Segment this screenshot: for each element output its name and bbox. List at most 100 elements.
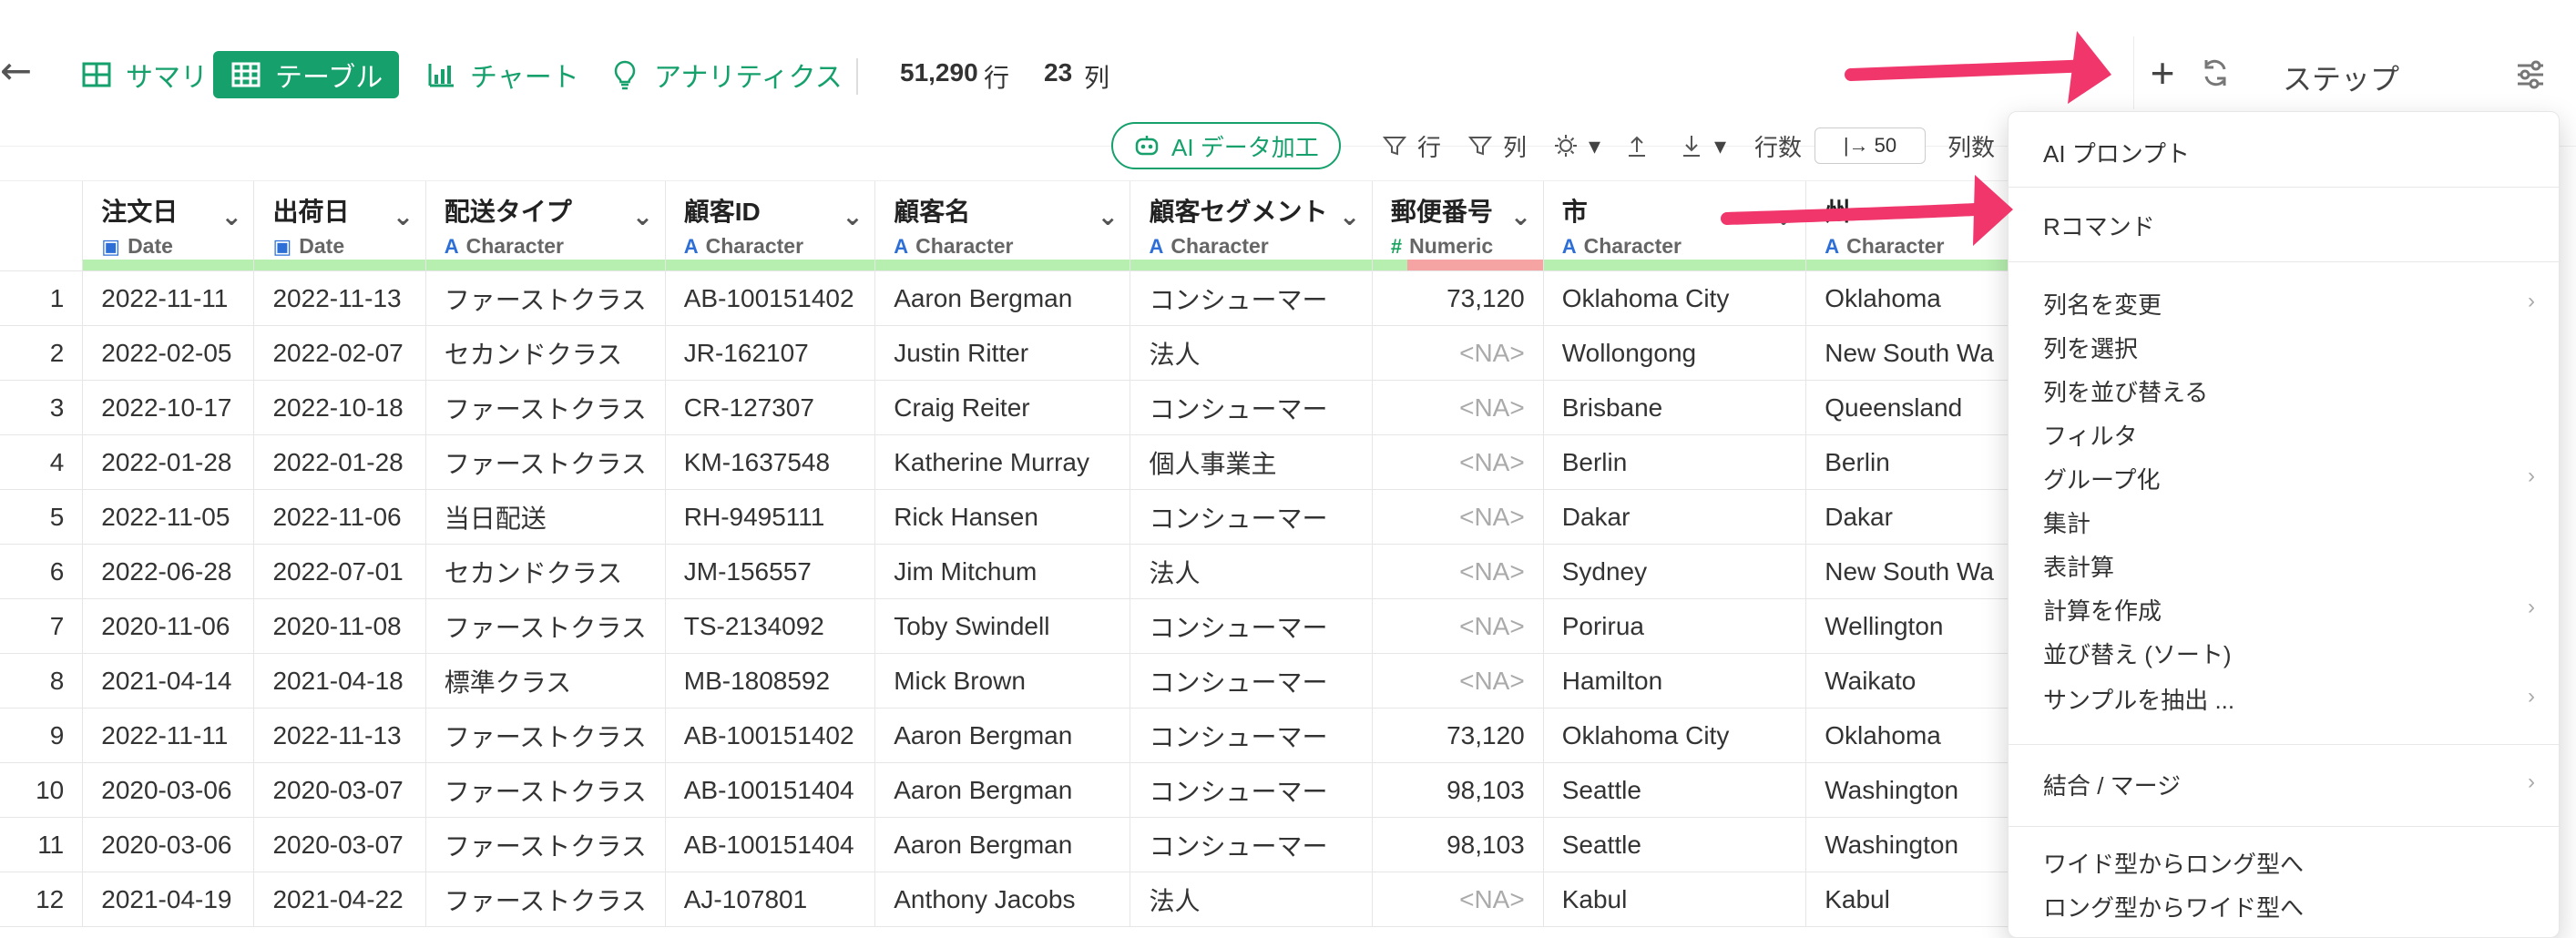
tab-summary[interactable]: サマリ bbox=[64, 51, 224, 98]
cell[interactable]: Aaron Bergman bbox=[874, 270, 1131, 326]
menu-item-r-command[interactable]: Rコマンド bbox=[2043, 209, 2155, 242]
cell[interactable]: ファーストクラス bbox=[425, 872, 666, 927]
cell[interactable]: 2022-01-28 bbox=[82, 434, 255, 490]
cell[interactable]: <NA> bbox=[1372, 434, 1544, 490]
chevron-down-icon[interactable]: ⌄ bbox=[393, 201, 414, 230]
cell[interactable]: <NA> bbox=[1372, 653, 1544, 709]
column-header-ship-date[interactable]: 出荷日 ▣ Date ⌄ bbox=[253, 181, 426, 271]
tab-chart[interactable]: チャート bbox=[408, 51, 596, 98]
cell[interactable]: Seattle bbox=[1543, 762, 1807, 818]
menu-item-filter[interactable]: フィルタ bbox=[2043, 418, 2137, 452]
cell[interactable]: 個人事業主 bbox=[1130, 434, 1373, 490]
menu-item-table-calculation[interactable]: 表計算 bbox=[2043, 549, 2114, 583]
cell[interactable]: コンシューマー bbox=[1130, 708, 1373, 763]
cell[interactable]: 2022-11-11 bbox=[82, 270, 255, 326]
cell[interactable]: TS-2134092 bbox=[665, 598, 876, 654]
cell[interactable]: Porirua bbox=[1543, 598, 1807, 654]
cell[interactable]: JR-162107 bbox=[665, 325, 876, 381]
cell[interactable]: コンシューマー bbox=[1130, 817, 1373, 872]
cell[interactable]: 2022-10-17 bbox=[82, 380, 255, 435]
cell[interactable]: 法人 bbox=[1130, 544, 1373, 599]
cell[interactable]: 2022-02-07 bbox=[253, 325, 426, 381]
cell[interactable]: Anthony Jacobs bbox=[874, 872, 1131, 927]
cell[interactable]: 2021-04-14 bbox=[82, 653, 255, 709]
cell[interactable]: 2022-11-13 bbox=[253, 708, 426, 763]
ai-data-processing-button[interactable]: AI データ加工 bbox=[1111, 122, 1341, 169]
menu-item-rename-columns[interactable]: 列名を変更 bbox=[2043, 287, 2162, 321]
column-header-order-date[interactable]: 注文日 ▣ Date ⌄ bbox=[82, 181, 255, 271]
cell[interactable]: 2020-03-06 bbox=[82, 817, 255, 872]
export-button[interactable] bbox=[1623, 127, 1651, 164]
cell[interactable]: ファーストクラス bbox=[425, 434, 666, 490]
settings-button[interactable] bbox=[2512, 56, 2549, 93]
cell[interactable]: 2022-06-28 bbox=[82, 544, 255, 599]
menu-item-select-columns[interactable]: 列を選択 bbox=[2043, 331, 2138, 364]
cell[interactable]: コンシューマー bbox=[1130, 489, 1373, 545]
cell[interactable]: 2021-04-18 bbox=[253, 653, 426, 709]
cell[interactable]: Berlin bbox=[1805, 434, 2013, 490]
menu-item-sort[interactable]: 並び替え (ソート) bbox=[2043, 637, 2232, 670]
cell[interactable]: Kabul bbox=[1543, 872, 1807, 927]
menu-item-wide-to-long[interactable]: ワイド型からロング型へ bbox=[2043, 846, 2304, 880]
cell[interactable]: Rick Hansen bbox=[874, 489, 1131, 545]
menu-item-sample[interactable]: サンプルを抽出 ... bbox=[2043, 682, 2234, 716]
chevron-down-icon[interactable]: ⌄ bbox=[1510, 201, 1531, 230]
cell[interactable]: Kabul bbox=[1805, 872, 2013, 927]
cell[interactable]: Queensland bbox=[1805, 380, 2013, 435]
cell[interactable]: KM-1637548 bbox=[665, 434, 876, 490]
cell[interactable]: Craig Reiter bbox=[874, 380, 1131, 435]
chevron-down-icon[interactable]: ⌄ bbox=[1339, 201, 1360, 230]
cell[interactable]: 2022-01-28 bbox=[253, 434, 426, 490]
cell[interactable]: ファーストクラス bbox=[425, 762, 666, 818]
cell[interactable]: <NA> bbox=[1372, 380, 1544, 435]
cell[interactable]: コンシューマー bbox=[1130, 380, 1373, 435]
cell[interactable]: <NA> bbox=[1372, 598, 1544, 654]
menu-item-ai-prompt[interactable]: AI プロンプト bbox=[2043, 136, 2190, 169]
cell[interactable]: 98,103 bbox=[1372, 762, 1544, 818]
menu-item-group-by[interactable]: グループ化 bbox=[2043, 462, 2160, 495]
cell[interactable]: AJ-107801 bbox=[665, 872, 876, 927]
cell[interactable]: AB-100151404 bbox=[665, 762, 876, 818]
cell[interactable]: RH-9495111 bbox=[665, 489, 876, 545]
cell[interactable]: CR-127307 bbox=[665, 380, 876, 435]
cell[interactable]: Brisbane bbox=[1543, 380, 1807, 435]
menu-item-join-merge[interactable]: 結合 / マージ bbox=[2043, 768, 2181, 801]
cell[interactable]: 2020-03-07 bbox=[253, 762, 426, 818]
cell[interactable]: 2022-11-05 bbox=[82, 489, 255, 545]
chevron-down-icon[interactable]: ⌄ bbox=[1097, 201, 1118, 230]
column-header-shipping-type[interactable]: 配送タイプ A Character ⌄ bbox=[425, 181, 666, 271]
cell[interactable]: Jim Mitchum bbox=[874, 544, 1131, 599]
cell[interactable]: Hamilton bbox=[1543, 653, 1807, 709]
menu-item-reorder-columns[interactable]: 列を並び替える bbox=[2043, 374, 2208, 408]
cell[interactable]: Oklahoma bbox=[1805, 708, 2013, 763]
cell[interactable]: Oklahoma City bbox=[1543, 270, 1807, 326]
back-arrow-icon[interactable]: ← bbox=[0, 52, 36, 90]
cell[interactable]: 2020-11-08 bbox=[253, 598, 426, 654]
cell[interactable]: Justin Ritter bbox=[874, 325, 1131, 381]
menu-item-create-calculation[interactable]: 計算を作成 bbox=[2043, 593, 2162, 627]
cell[interactable]: Mick Brown bbox=[874, 653, 1131, 709]
cell[interactable]: 標準クラス bbox=[425, 653, 666, 709]
cell[interactable]: ファーストクラス bbox=[425, 708, 666, 763]
cell[interactable]: Seattle bbox=[1543, 817, 1807, 872]
cell[interactable]: 法人 bbox=[1130, 872, 1373, 927]
cell[interactable]: セカンドクラス bbox=[425, 325, 666, 381]
menu-item-long-to-wide[interactable]: ロング型からワイド型へ bbox=[2043, 890, 2304, 923]
cell[interactable]: 2021-04-19 bbox=[82, 872, 255, 927]
refresh-button[interactable] bbox=[2197, 55, 2234, 91]
cell[interactable]: New South Wa bbox=[1805, 325, 2013, 381]
cell[interactable]: <NA> bbox=[1372, 489, 1544, 545]
cell[interactable]: 2022-10-18 bbox=[253, 380, 426, 435]
cell[interactable]: Toby Swindell bbox=[874, 598, 1131, 654]
cell[interactable]: 2020-03-06 bbox=[82, 762, 255, 818]
cell[interactable]: ファーストクラス bbox=[425, 270, 666, 326]
cell[interactable]: 2022-11-13 bbox=[253, 270, 426, 326]
cell[interactable]: Berlin bbox=[1543, 434, 1807, 490]
chevron-down-icon[interactable]: ⌄ bbox=[842, 201, 863, 230]
column-header-customer-segment[interactable]: 顧客セグメント A Character ⌄ bbox=[1130, 181, 1373, 271]
column-header-state[interactable]: 州 A Character bbox=[1805, 181, 2013, 271]
cell[interactable]: 2022-11-06 bbox=[253, 489, 426, 545]
cell[interactable]: JM-156557 bbox=[665, 544, 876, 599]
cell[interactable]: 2022-02-05 bbox=[82, 325, 255, 381]
cell[interactable]: <NA> bbox=[1372, 325, 1544, 381]
